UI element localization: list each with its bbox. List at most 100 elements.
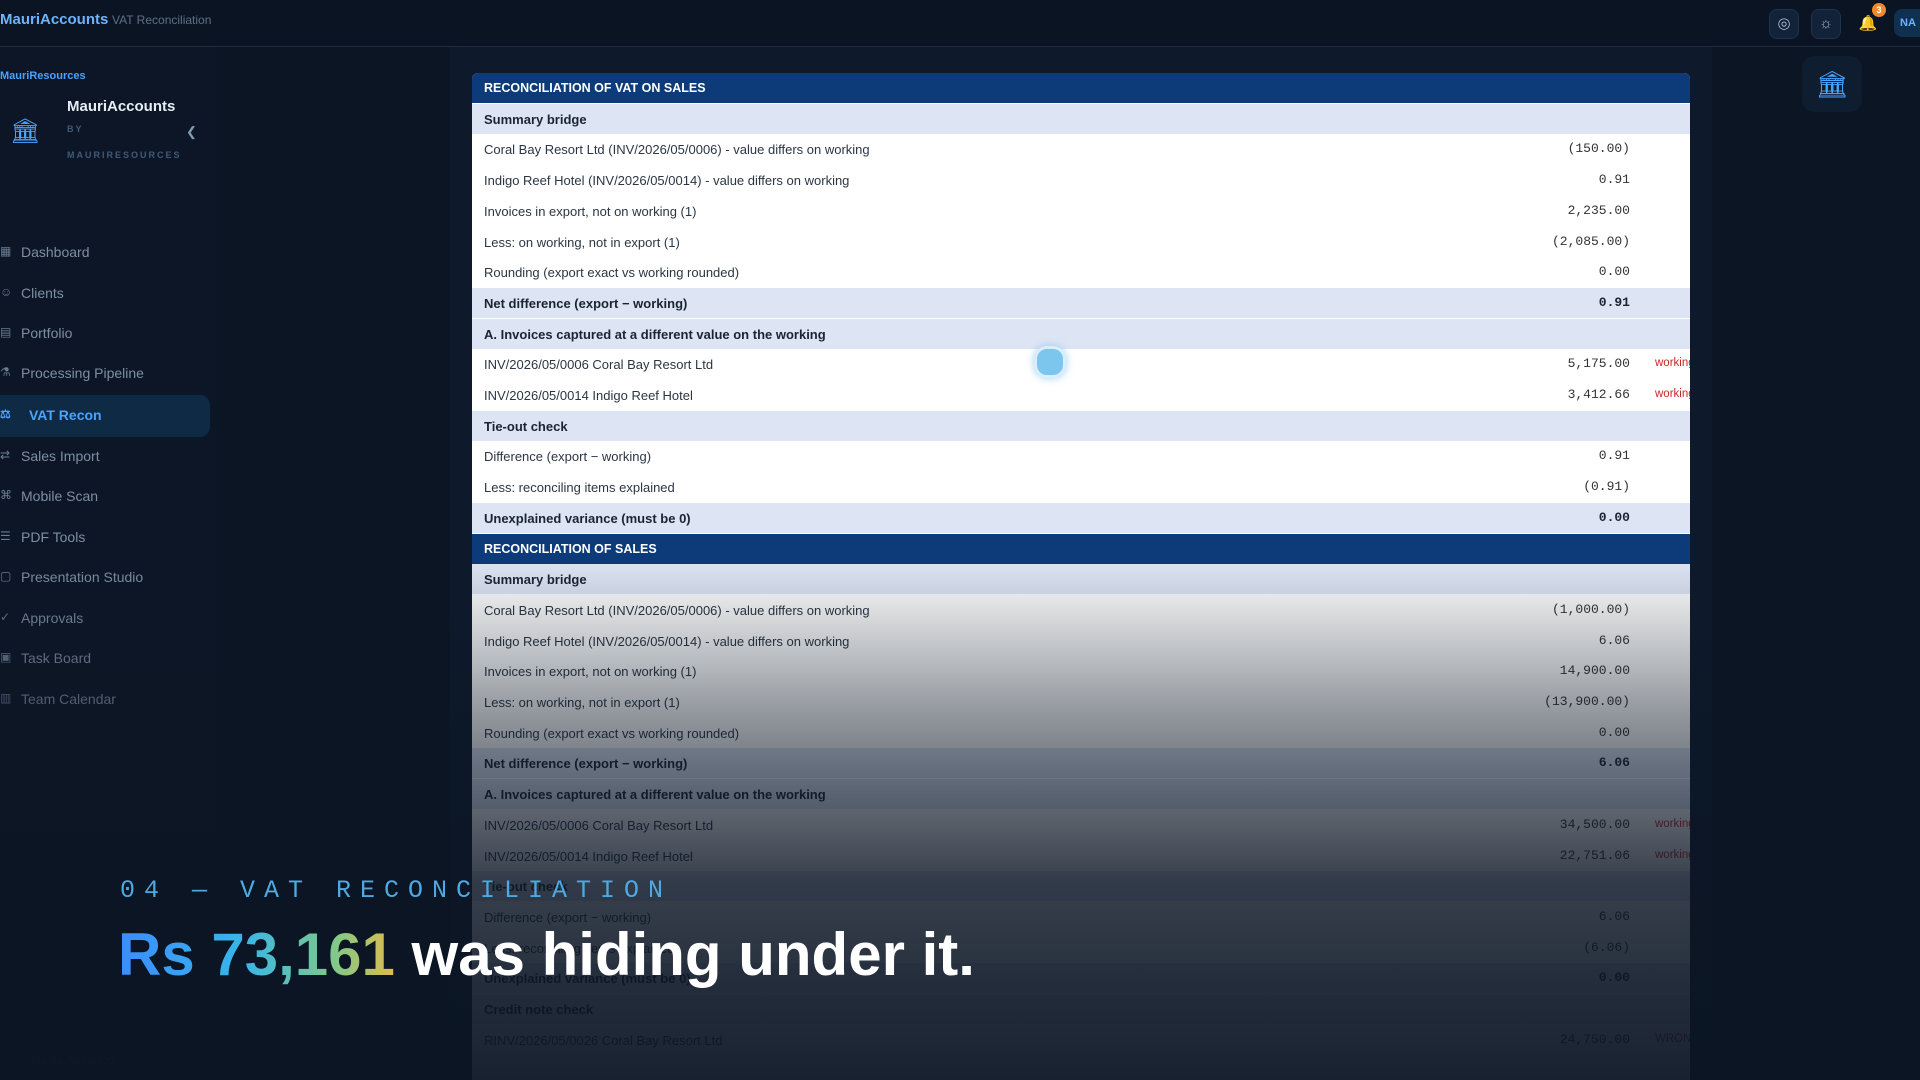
users-icon: ☺	[0, 285, 13, 299]
row-value: 0.00	[1598, 970, 1630, 985]
row-value: 24,750.00	[1559, 1032, 1630, 1047]
row-label: Summary bridge	[484, 572, 587, 587]
table-row: RINV/2026/05/0026 Coral Bay Resort Ltd 24…	[472, 1025, 1690, 1055]
row-label: Less: on working, not in export (1)	[484, 695, 680, 710]
row-value: 0.00	[1598, 510, 1630, 525]
row-label: RECONCILIATION OF SALES	[484, 542, 657, 556]
row-value: 6.06	[1598, 909, 1630, 924]
subsection-row: A. Invoices captured at a different valu…	[472, 779, 1690, 809]
table-row: INV/2026/05/0006 Coral Bay Resort Ltd 5,1…	[472, 349, 1690, 379]
table-row: Rounding (export exact vs working rounde…	[472, 257, 1690, 287]
sidebar-item-dashboard[interactable]: ▦ Dashboard	[0, 233, 212, 273]
briefcase-icon: ▤	[0, 325, 12, 339]
collapse-sidebar-icon[interactable]: ❮	[186, 124, 197, 140]
pipeline-icon: ⚗	[0, 365, 11, 379]
bank-icon[interactable]: 🏛	[1802, 56, 1862, 112]
sidebar-item-sales-import[interactable]: ⇄ Sales Import	[0, 437, 212, 477]
row-label: Coral Bay Resort Ltd (INV/2026/05/0006) …	[484, 603, 870, 618]
sidebar-item-label: PDF Tools	[21, 529, 86, 545]
sidebar-item-clients[interactable]: ☺ Clients	[0, 274, 212, 314]
row-note: working 5,325.00 (diff (150.00))	[1655, 357, 1690, 369]
check-icon: ✓	[0, 610, 11, 624]
row-label: Summary bridge	[484, 112, 587, 127]
table-row: Coral Bay Resort Ltd (INV/2026/05/0006) …	[472, 134, 1690, 164]
table-row: Unexplained variance (must be 0) 0.00	[472, 503, 1690, 533]
row-value: 2,235.00	[1567, 203, 1630, 218]
table-row: INV/2026/05/0014 Indigo Reef Hotel 3,412.…	[472, 380, 1690, 410]
sidebar-item-team-calendar[interactable]: ▥ Team Calendar	[0, 680, 212, 720]
board-icon: ▣	[0, 650, 12, 664]
support-icon[interactable]: ◎	[1769, 9, 1799, 39]
sidebar-item-processing-pipeline[interactable]: ⚗ Processing Pipeline	[0, 354, 212, 394]
presentation-icon: ▢	[0, 569, 12, 583]
top-bar: MauriAccounts VAT Reconciliation ◎ ☼ 🔔 3…	[0, 0, 1920, 47]
row-label: INV/2026/05/0014 Indigo Reef Hotel	[484, 388, 693, 403]
row-value: (6.06)	[1583, 940, 1630, 955]
cursor-indicator	[1034, 346, 1066, 378]
row-value: 0.91	[1598, 172, 1630, 187]
row-label: Rounding (export exact vs working rounde…	[484, 726, 740, 741]
row-value: (0.91)	[1583, 479, 1630, 494]
table-row: Less: reconciling items explained (0.91)	[472, 472, 1690, 502]
caption-headline: Rs 73,161 was hiding under it.	[118, 920, 975, 989]
row-label: Indigo Reef Hotel (INV/2026/05/0014) - v…	[484, 634, 850, 649]
row-value: (13,900.00)	[1544, 694, 1630, 709]
row-value: (150.00)	[1567, 141, 1630, 156]
sidebar-item-vat-recon[interactable]: ⚖ VAT Recon	[0, 395, 210, 437]
table-row: Rounding (export exact vs working rounde…	[472, 718, 1690, 748]
table-row: Less: on working, not in export (1) (2,08…	[472, 227, 1690, 257]
sidebar-item-label: Presentation Studio	[21, 569, 144, 585]
sidebar-item-pdf-tools[interactable]: ☰ PDF Tools	[0, 518, 212, 558]
sidebar-item-approvals[interactable]: ✓ Approvals	[0, 599, 212, 639]
sidebar-item-mobile-scan[interactable]: ⌘ Mobile Scan	[0, 477, 212, 517]
sidebar-footer-user[interactable]: Nadia Appadoo	[32, 1053, 114, 1067]
row-label: Net difference (export − working)	[484, 756, 688, 771]
table-row: INV/2026/05/0006 Coral Bay Resort Ltd 34,…	[472, 810, 1690, 840]
table-row: Invoices in export, not on working (1) 14…	[472, 656, 1690, 686]
sidebar-item-label: Clients	[21, 285, 64, 301]
row-label: Invoices in export, not on working (1)	[484, 204, 697, 219]
sidebar-item-presentation-studio[interactable]: ▢ Presentation Studio	[0, 558, 212, 598]
sidebar-item-label: Mobile Scan	[21, 488, 99, 504]
row-value: 5,175.00	[1567, 356, 1630, 371]
row-label: Invoices in export, not on working (1)	[484, 664, 697, 679]
row-label: Tie-out check	[484, 419, 568, 434]
sidebar-item-label: Portfolio	[21, 325, 73, 341]
row-label: Difference (export − working)	[484, 449, 652, 464]
row-value: 6.06	[1598, 755, 1630, 770]
row-value: 0.00	[1598, 264, 1630, 279]
sidebar-item-task-board[interactable]: ▣ Task Board	[0, 639, 212, 679]
org-by: BY	[67, 124, 84, 134]
sun-icon[interactable]: ☼	[1811, 9, 1841, 39]
row-value: 6.06	[1598, 633, 1630, 648]
row-label: Less: on working, not in export (1)	[484, 235, 680, 250]
app-brand[interactable]: MauriAccounts	[0, 11, 108, 28]
table-row: Net difference (export − working) 6.06	[472, 748, 1690, 778]
row-value: (2,085.00)	[1551, 234, 1630, 249]
sidebar-item-label: Approvals	[21, 610, 84, 626]
sidebar-item-label: Sales Import	[21, 448, 100, 464]
row-value: 0.91	[1598, 448, 1630, 463]
row-label: INV/2026/05/0014 Indigo Reef Hotel	[484, 849, 693, 864]
bank-icon: 🏛	[10, 118, 41, 145]
scale-icon: ⚖	[0, 407, 11, 421]
scan-icon: ⌘	[0, 488, 12, 502]
row-value: 22,751.06	[1559, 848, 1630, 863]
notification-badge: 3	[1872, 3, 1886, 17]
table-row: Indigo Reef Hotel (INV/2026/05/0014) - v…	[472, 165, 1690, 195]
row-value: 0.00	[1598, 725, 1630, 740]
breadcrumb: VAT Reconciliation	[112, 13, 212, 27]
sidebar-item-portfolio[interactable]: ▤ Portfolio	[0, 314, 212, 354]
section-header-row: RECONCILIATION OF VAT ON SALES	[472, 73, 1690, 103]
caption-text: was hiding under it.	[394, 921, 975, 988]
table-row: Indigo Reef Hotel (INV/2026/05/0014) - v…	[472, 626, 1690, 656]
row-label: RINV/2026/05/0026 Coral Bay Resort Ltd	[484, 1033, 723, 1048]
row-note: working 22,745.00 (diff 6.06)	[1655, 849, 1690, 861]
import-icon: ⇄	[0, 448, 11, 462]
subsection-row: Tie-out check	[472, 411, 1690, 441]
user-avatar[interactable]: NA	[1894, 9, 1920, 37]
org-switcher-label[interactable]: MauriResources	[0, 70, 86, 82]
subsection-row: A. Invoices captured at a different valu…	[472, 319, 1690, 349]
table-row: Difference (export − working) 0.91	[472, 441, 1690, 471]
row-label: A. Invoices captured at a different valu…	[484, 327, 826, 342]
